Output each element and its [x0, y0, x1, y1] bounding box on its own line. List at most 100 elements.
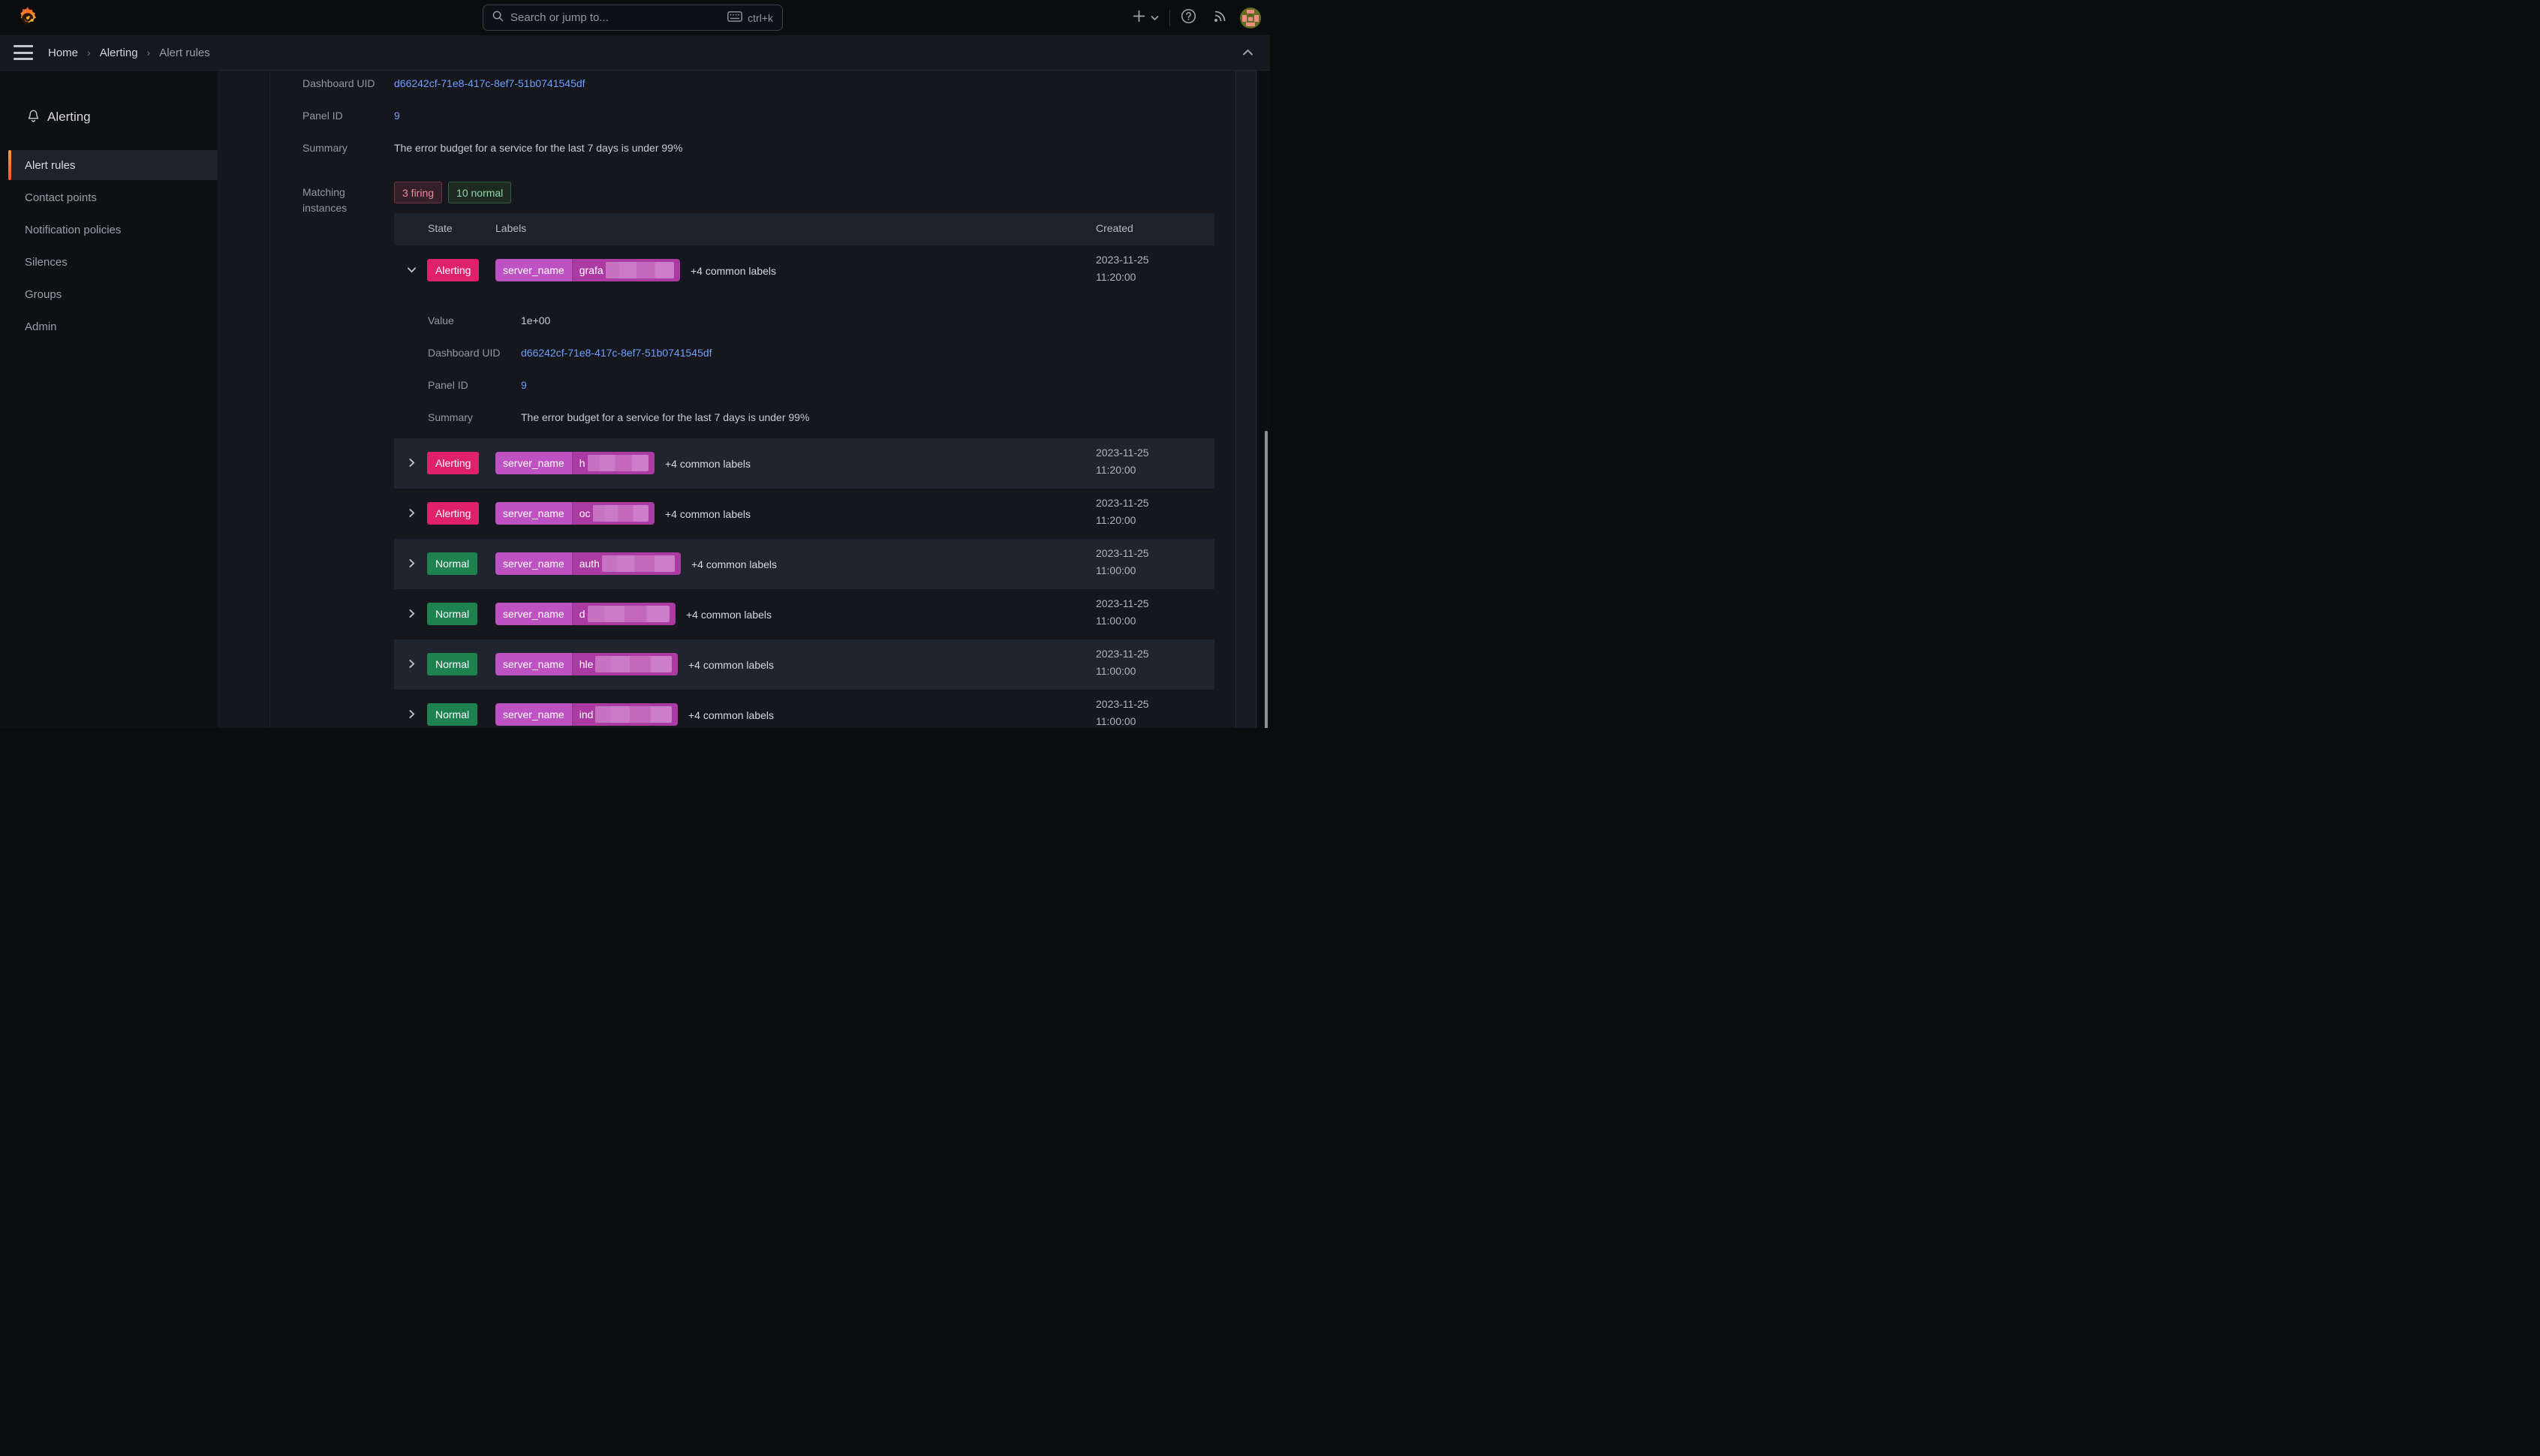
- row-expand-chevron-icon[interactable]: [407, 265, 417, 275]
- label-pill: server_name ind: [495, 703, 678, 726]
- redacted-blur: [602, 555, 675, 572]
- news-button[interactable]: [1213, 8, 1228, 27]
- created-date: 2023-11-25: [1096, 545, 1149, 562]
- breadcrumb-home[interactable]: Home: [48, 47, 78, 59]
- plus-icon: [1133, 10, 1145, 26]
- detail-value[interactable]: 9: [521, 379, 527, 391]
- panel-id-link[interactable]: 9: [394, 108, 400, 124]
- row-expand-chevron-icon[interactable]: [407, 609, 417, 619]
- instance-row[interactable]: Normal server_name auth +4 common labels…: [394, 539, 1214, 589]
- right-gutter: [1235, 71, 1256, 728]
- dashboard-uid-link[interactable]: d66242cf-71e8-417c-8ef7-51b0741545df: [394, 76, 585, 92]
- state-badge: Normal: [427, 603, 477, 625]
- breadcrumb: Home › Alerting › Alert rules: [48, 47, 210, 59]
- label-value: d: [579, 608, 585, 620]
- state-badge: Normal: [427, 653, 477, 675]
- field-label: Panel ID: [302, 108, 394, 124]
- created-time: 11:20:00: [1096, 462, 1149, 479]
- search-icon: [492, 11, 504, 26]
- instance-row[interactable]: Alerting server_name oc +4 common labels…: [394, 489, 1214, 539]
- redacted-blur: [595, 706, 672, 723]
- created-date: 2023-11-25: [1096, 444, 1149, 462]
- created-cell: 2023-11-25 11:20:00: [1096, 495, 1149, 529]
- sidebar-item-groups[interactable]: Groups: [0, 279, 218, 309]
- detail-row: SummaryThe error budget for a service fo…: [428, 411, 809, 423]
- redacted-blur: [595, 656, 672, 672]
- created-date: 2023-11-25: [1096, 251, 1149, 269]
- common-labels-text: +4 common labels: [665, 508, 751, 520]
- row-expand-chevron-icon[interactable]: [407, 558, 417, 569]
- breadcrumb-alerting[interactable]: Alerting: [100, 47, 138, 59]
- instance-row[interactable]: Alerting server_name h +4 common labels …: [394, 438, 1214, 489]
- detail-value[interactable]: d66242cf-71e8-417c-8ef7-51b0741545df: [521, 347, 712, 359]
- label-key: server_name: [495, 259, 573, 281]
- field-label: Matching instances: [302, 185, 385, 216]
- created-time: 11:00:00: [1096, 713, 1149, 728]
- label-key: server_name: [495, 703, 573, 726]
- help-button[interactable]: [1181, 8, 1196, 28]
- table-header: State Labels Created: [394, 213, 1214, 245]
- created-time: 11:00:00: [1096, 612, 1149, 630]
- sidebar-item-admin[interactable]: Admin: [0, 311, 218, 341]
- instance-row[interactable]: Normal server_name d +4 common labels 20…: [394, 589, 1214, 639]
- label-value: h: [579, 457, 585, 469]
- search-input[interactable]: Search or jump to... ctrl+k: [483, 5, 783, 31]
- scrollbar-thumb[interactable]: [1265, 431, 1268, 728]
- label-value: oc: [579, 507, 591, 519]
- created-cell: 2023-11-25 11:00:00: [1096, 545, 1149, 579]
- breadcrumb-separator: ›: [87, 47, 91, 59]
- column-header-state: State: [428, 222, 453, 234]
- state-badge: Alerting: [427, 452, 479, 474]
- menu-toggle-button[interactable]: [14, 45, 33, 60]
- collapse-section-button[interactable]: [1242, 47, 1253, 60]
- label-pill: server_name oc: [495, 502, 655, 525]
- row-expand-chevron-icon[interactable]: [407, 508, 417, 519]
- sidebar-title: Alerting: [47, 110, 91, 125]
- created-date: 2023-11-25: [1096, 696, 1149, 713]
- chevron-down-icon: [1151, 11, 1159, 25]
- breadcrumb-bar: Home › Alerting › Alert rules: [0, 35, 1270, 71]
- created-cell: 2023-11-25 11:00:00: [1096, 595, 1149, 630]
- created-date: 2023-11-25: [1096, 495, 1149, 512]
- common-labels-text: +4 common labels: [665, 458, 751, 470]
- common-labels-text: +4 common labels: [688, 659, 774, 671]
- created-cell: 2023-11-25 11:20:00: [1096, 444, 1149, 479]
- instance-row[interactable]: Normal server_name hle +4 common labels …: [394, 639, 1214, 690]
- sidebar-item-contact-points[interactable]: Contact points: [0, 182, 218, 212]
- new-dropdown-button[interactable]: [1133, 10, 1159, 26]
- created-date: 2023-11-25: [1096, 645, 1149, 663]
- label-pill: server_name hle: [495, 653, 678, 675]
- instance-row[interactable]: Alerting server_name grafa +4 common lab…: [394, 245, 1214, 296]
- breadcrumb-separator: ›: [147, 47, 151, 59]
- created-time: 11:00:00: [1096, 562, 1149, 579]
- label-key: server_name: [495, 502, 573, 525]
- created-time: 11:20:00: [1096, 269, 1149, 286]
- keyboard-icon: [727, 11, 742, 24]
- state-badge: Normal: [427, 703, 477, 726]
- instance-row[interactable]: Normal server_name ind +4 common labels …: [394, 690, 1214, 728]
- detail-label: Dashboard UID: [428, 347, 521, 359]
- label-value: hle: [579, 658, 594, 670]
- summary-text: The error budget for a service for the l…: [394, 140, 682, 156]
- row-expand-chevron-icon[interactable]: [407, 659, 417, 669]
- column-header-labels: Labels: [495, 222, 526, 234]
- created-cell: 2023-11-25 11:20:00: [1096, 251, 1149, 286]
- label-value: grafa: [579, 264, 603, 276]
- bell-icon: [27, 108, 40, 125]
- sidebar-item-alert-rules[interactable]: Alert rules: [8, 150, 218, 180]
- state-badge: Alerting: [427, 502, 479, 525]
- redacted-blur: [606, 262, 674, 278]
- instance-details: Value1e+00 Dashboard UIDd66242cf-71e8-417…: [394, 296, 1214, 438]
- row-expand-chevron-icon[interactable]: [407, 709, 417, 720]
- scrollbar-track[interactable]: [1257, 71, 1270, 728]
- user-avatar[interactable]: [1240, 8, 1261, 29]
- field-panel-id: Panel ID 9: [302, 108, 400, 124]
- sidebar-item-silences[interactable]: Silences: [0, 247, 218, 277]
- row-expand-chevron-icon[interactable]: [407, 458, 417, 468]
- grafana-logo[interactable]: [15, 5, 41, 31]
- detail-value: 1e+00: [521, 314, 550, 326]
- detail-label: Value: [428, 314, 521, 326]
- created-time: 11:00:00: [1096, 663, 1149, 680]
- sidebar-item-notification-policies[interactable]: Notification policies: [0, 215, 218, 245]
- grafana-app: Search or jump to... ctrl+k: [0, 0, 1270, 728]
